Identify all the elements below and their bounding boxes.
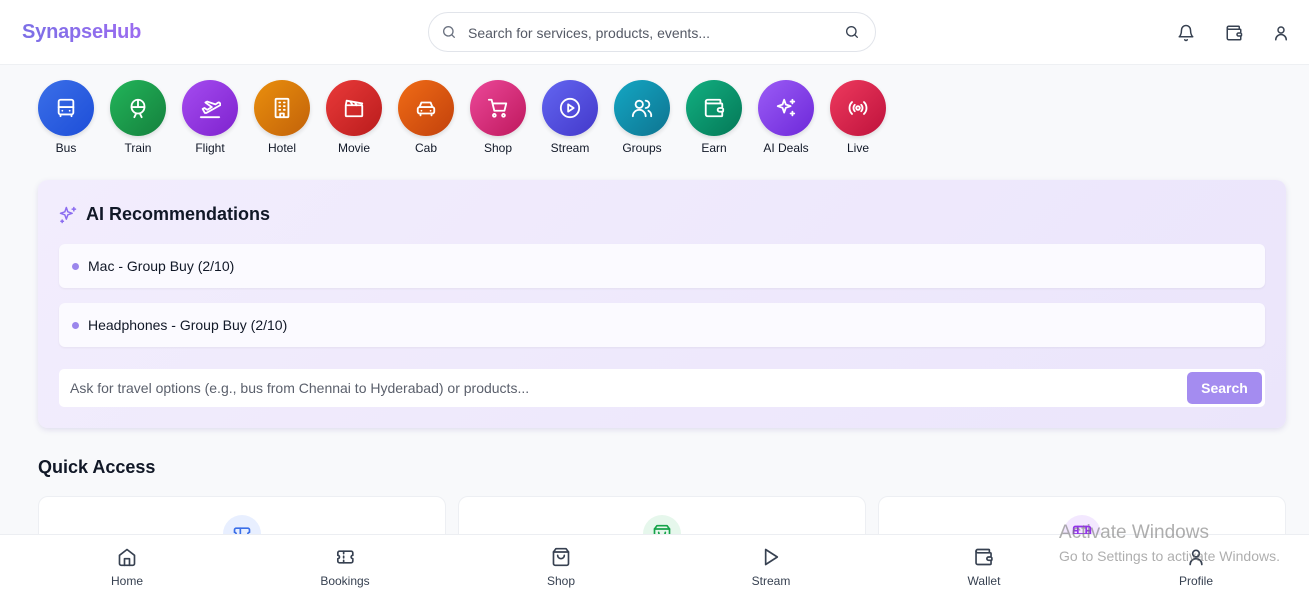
service-movie[interactable]: Movie bbox=[326, 80, 382, 155]
search-icon bbox=[443, 26, 455, 38]
global-search[interactable] bbox=[428, 12, 876, 52]
service-label: Cab bbox=[414, 141, 437, 155]
ai-recommendations-title: AI Recommendations bbox=[86, 204, 271, 224]
service-cab[interactable]: Cab bbox=[398, 80, 454, 155]
sparkles-icon bbox=[758, 80, 814, 136]
service-label: Movie bbox=[337, 141, 370, 155]
service-shop[interactable]: Shop bbox=[470, 80, 526, 155]
service-train[interactable]: Train bbox=[110, 80, 166, 155]
service-label: Live bbox=[846, 141, 869, 155]
service-label: Earn bbox=[701, 141, 727, 155]
nav-label: Shop bbox=[546, 574, 576, 588]
search-submit-icon[interactable] bbox=[844, 24, 860, 40]
nav-label: Profile bbox=[1178, 574, 1214, 588]
service-earn[interactable]: Earn bbox=[686, 80, 742, 155]
top-bar: SynapseHub bbox=[0, 0, 1309, 65]
bullet-dot bbox=[72, 321, 79, 329]
broadcast-icon bbox=[830, 80, 886, 136]
user-icon[interactable] bbox=[1272, 24, 1290, 42]
ai-search-button[interactable]: Search bbox=[1187, 372, 1262, 404]
recommendation-text: Headphones - Group Buy (2/10) bbox=[88, 317, 288, 333]
service-label: AI Deals bbox=[763, 141, 809, 155]
play-icon bbox=[765, 548, 779, 566]
service-label: Groups bbox=[622, 141, 662, 155]
app-logo[interactable]: SynapseHub bbox=[22, 21, 141, 44]
bus-icon bbox=[38, 80, 94, 136]
bottom-navigation: Home Bookings Shop Stream Wallet Profile bbox=[0, 534, 1309, 597]
ai-query-input[interactable] bbox=[70, 378, 1170, 398]
nav-label: Stream bbox=[751, 574, 791, 588]
home-icon bbox=[118, 548, 136, 567]
nav-wallet[interactable]: Wallet bbox=[967, 547, 1001, 588]
nav-label: Wallet bbox=[967, 574, 1001, 588]
wallet-icon bbox=[975, 548, 994, 566]
recommendation-item[interactable]: Headphones - Group Buy (2/10) bbox=[59, 303, 1265, 347]
car-icon bbox=[398, 80, 454, 136]
nav-label: Bookings bbox=[320, 574, 370, 588]
nav-profile[interactable]: Profile bbox=[1179, 547, 1213, 588]
ai-query-bar: Search bbox=[59, 369, 1265, 407]
nav-label: Home bbox=[110, 574, 144, 588]
quick-access-title: Quick Access bbox=[38, 457, 156, 477]
bullet-dot bbox=[72, 262, 79, 270]
ticket-icon bbox=[336, 550, 354, 564]
recommendation-text: Mac - Group Buy (2/10) bbox=[88, 258, 235, 274]
service-label: Train bbox=[124, 141, 152, 155]
service-label: Flight bbox=[195, 141, 225, 155]
plane-icon bbox=[182, 80, 238, 136]
sparkles-icon bbox=[59, 206, 77, 223]
service-groups[interactable]: Groups bbox=[614, 80, 670, 155]
nav-shop[interactable]: Shop bbox=[547, 547, 575, 588]
service-flight[interactable]: Flight bbox=[182, 80, 238, 155]
service-label: Shop bbox=[483, 141, 513, 155]
service-hotel[interactable]: Hotel bbox=[254, 80, 310, 155]
service-bus[interactable]: Bus bbox=[38, 80, 94, 155]
search-input[interactable] bbox=[468, 22, 828, 44]
user-icon bbox=[1189, 549, 1203, 566]
users-icon bbox=[614, 80, 670, 136]
ai-recommendations-panel: AI Recommendations Mac - Group Buy (2/10… bbox=[38, 180, 1286, 428]
cart-icon bbox=[470, 80, 526, 136]
hotel-icon bbox=[254, 80, 310, 136]
service-label: Bus bbox=[55, 141, 77, 155]
bag-icon bbox=[552, 547, 570, 567]
service-label: Stream bbox=[550, 141, 590, 155]
bell-icon[interactable] bbox=[1177, 24, 1195, 42]
service-shortcuts: Bus Train Flight Hotel Movie Cab Shop St… bbox=[38, 80, 886, 155]
service-label: Hotel bbox=[267, 141, 296, 155]
nav-bookings[interactable]: Bookings bbox=[320, 547, 370, 588]
wallet-icon[interactable] bbox=[1225, 24, 1243, 42]
nav-stream[interactable]: Stream bbox=[751, 547, 791, 588]
service-ai-deals[interactable]: AI Deals bbox=[758, 80, 814, 155]
service-stream[interactable]: Stream bbox=[542, 80, 598, 155]
ai-recommendations-header: AI Recommendations bbox=[58, 204, 270, 225]
clapperboard-icon bbox=[326, 80, 382, 136]
service-live[interactable]: Live bbox=[830, 80, 886, 155]
train-icon bbox=[110, 80, 166, 136]
recommendation-item[interactable]: Mac - Group Buy (2/10) bbox=[59, 244, 1265, 288]
nav-home[interactable]: Home bbox=[111, 547, 143, 588]
play-circle-icon bbox=[542, 80, 598, 136]
wallet-icon bbox=[686, 80, 742, 136]
